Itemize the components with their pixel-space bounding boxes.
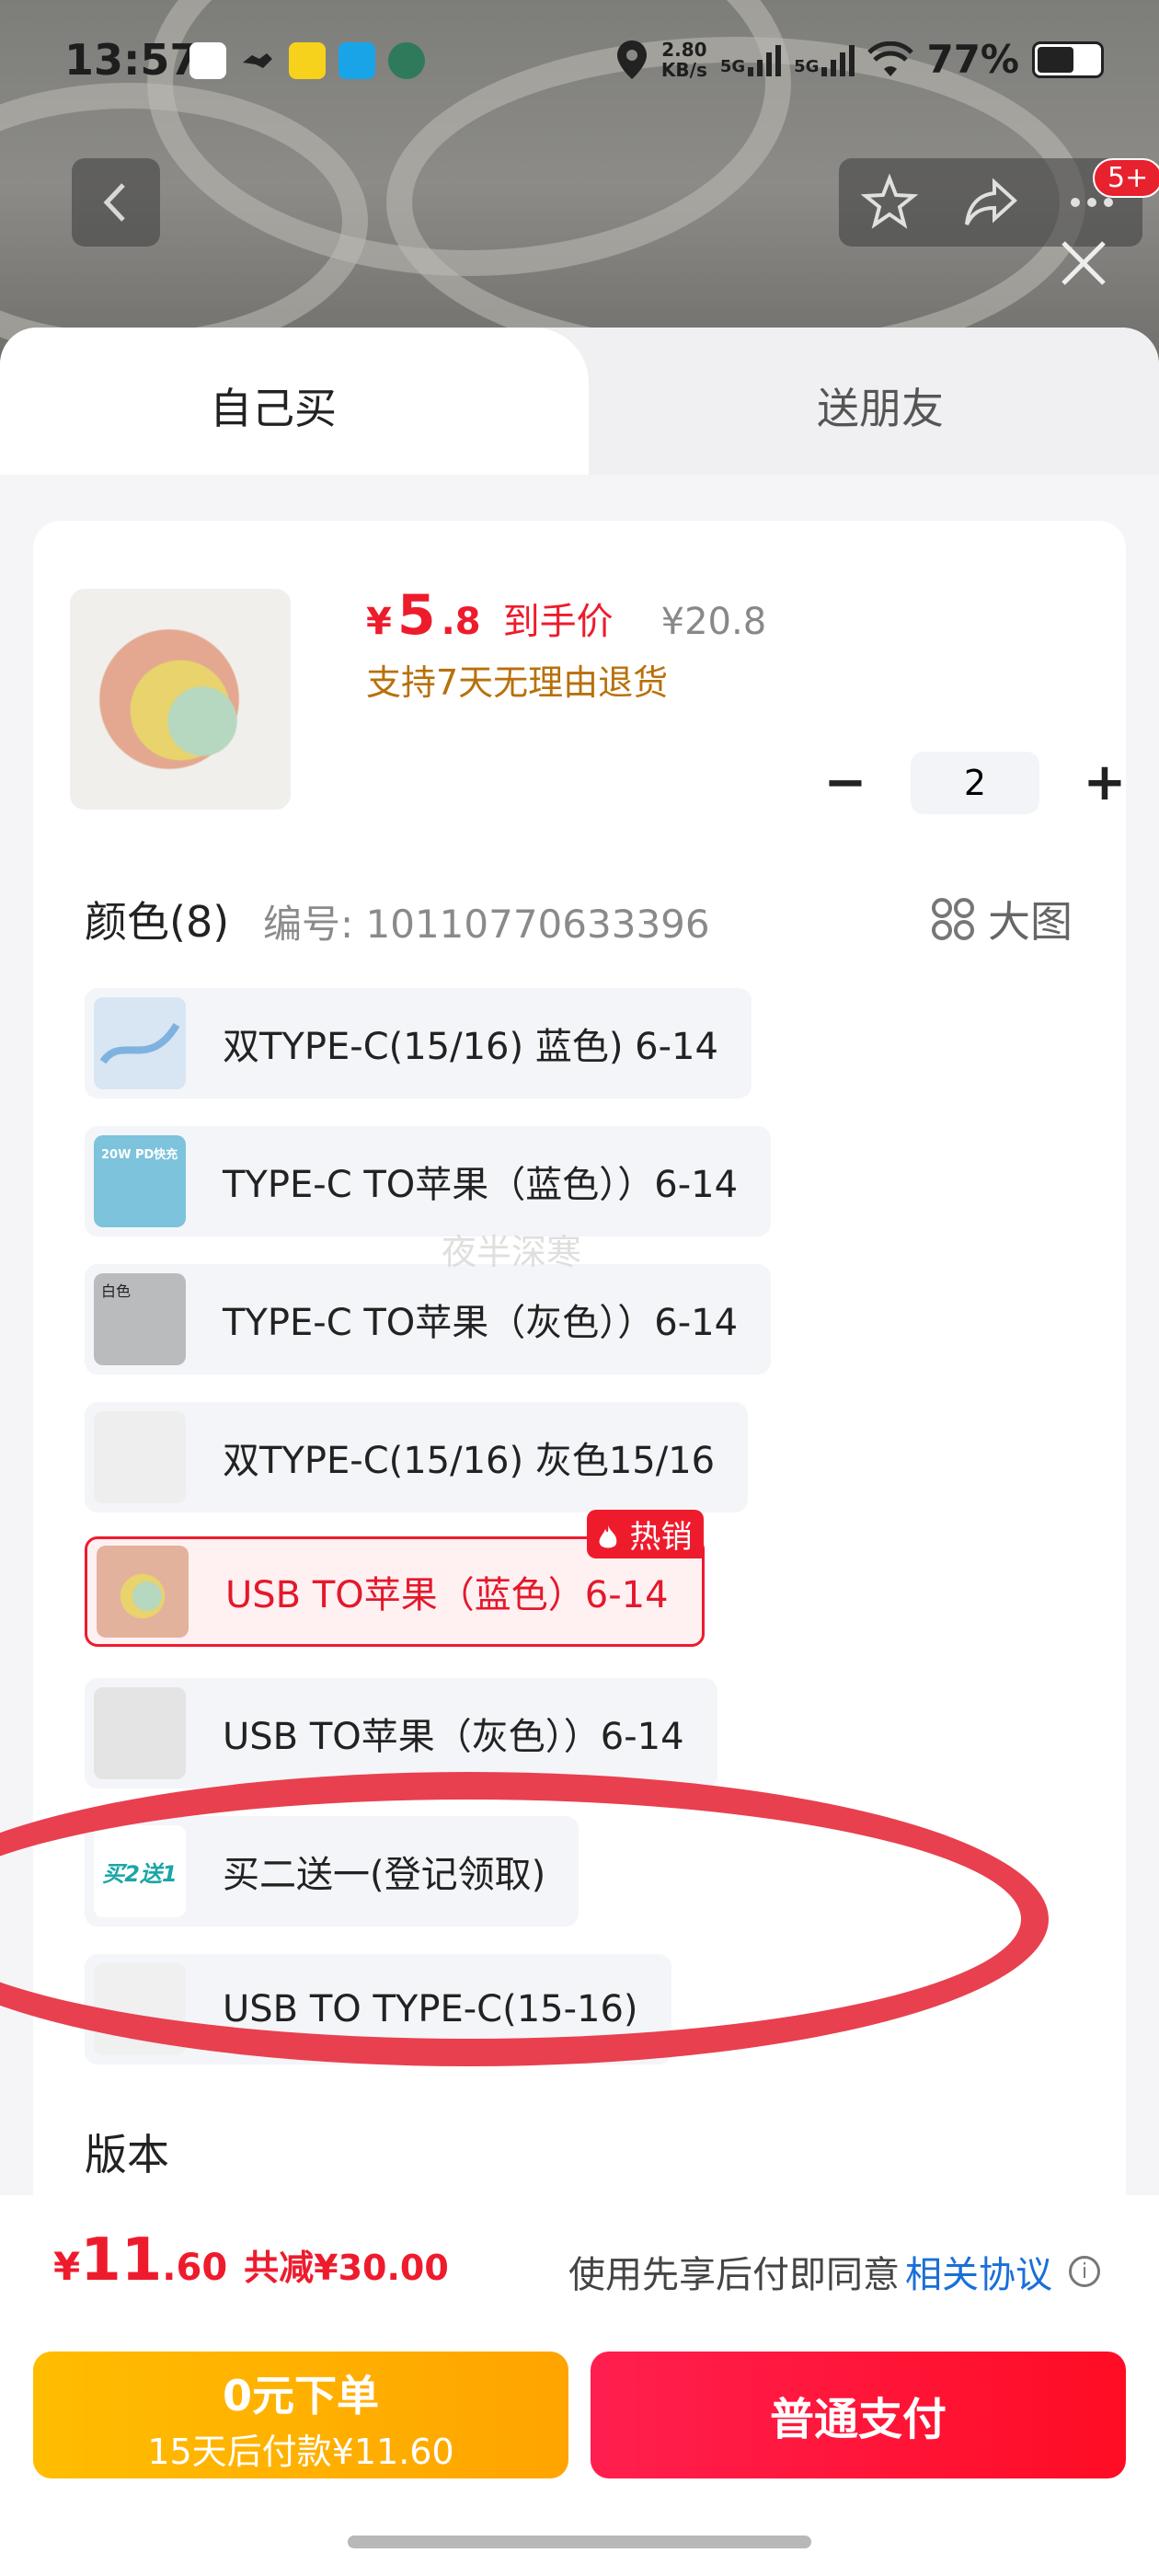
agreement-text: 使用先享后付即同意 bbox=[568, 2254, 900, 2296]
pay-later-title: 0元下单 bbox=[222, 2371, 379, 2421]
color-section-title: 颜色(8) bbox=[85, 897, 230, 947]
thumb-text: 白色 bbox=[101, 1282, 132, 1300]
option-thumbnail bbox=[94, 997, 186, 1089]
product-image[interactable] bbox=[70, 589, 291, 810]
wifi-icon bbox=[867, 40, 914, 76]
price-integer: 5 bbox=[396, 583, 436, 648]
color-option-selected[interactable]: USB TO苹果（蓝色）6-14 热销 bbox=[85, 1510, 705, 1647]
version-section-title: 版本 bbox=[85, 2130, 169, 2179]
total-integer: 11 bbox=[80, 2226, 163, 2294]
increase-button[interactable]: + bbox=[1073, 751, 1137, 815]
option-label: USB TO苹果（灰色））6-14 bbox=[223, 1716, 684, 1758]
share-icon[interactable] bbox=[961, 173, 1020, 232]
tab-gift-friend[interactable]: 送朋友 bbox=[589, 328, 1159, 475]
status-bar: 13:57 2.80 KB/s 5G 5G 77% bbox=[0, 0, 1159, 120]
option-thumbnail: 白色 bbox=[94, 1273, 186, 1365]
tab-gift-friend-label: 送朋友 bbox=[817, 384, 944, 433]
color-option[interactable]: 双TYPE-C(15/16) 灰色15/16 bbox=[85, 1402, 749, 1512]
option-label: TYPE-C TO苹果（灰色））6-14 bbox=[223, 1302, 739, 1344]
color-option[interactable]: 20W PD快充 TYPE-C TO苹果（蓝色））6-14 bbox=[85, 1126, 772, 1236]
color-option[interactable]: 双TYPE-C(15/16) 蓝色) 6-14 bbox=[85, 988, 752, 1098]
option-label: TYPE-C TO苹果（蓝色））6-14 bbox=[223, 1164, 739, 1206]
option-thumbnail bbox=[94, 1687, 186, 1779]
app-blue-icon bbox=[339, 42, 375, 79]
color-option[interactable]: 买2送1 买二送一(登记领取) bbox=[85, 1816, 580, 1926]
option-label: 双TYPE-C(15/16) 蓝色) 6-14 bbox=[223, 1026, 718, 1068]
total-decimal: .60 bbox=[162, 2247, 228, 2289]
signal-1: 5G bbox=[720, 43, 782, 76]
product-card: ¥ 5 .8 到手价 ¥20.8 支持7天无理由退货 − 2 + 颜色(8) 编… bbox=[33, 521, 1126, 2379]
option-thumbnail bbox=[94, 1411, 186, 1503]
tab-buy-self[interactable]: 自己买 bbox=[0, 328, 589, 475]
thumb-text: 20W PD快充 bbox=[101, 1148, 178, 1162]
pay-later-button[interactable]: 0元下单 15天后付款¥11.60 bbox=[33, 2352, 568, 2478]
back-button[interactable] bbox=[72, 158, 160, 247]
battery-percent: 77% bbox=[926, 37, 1019, 82]
thumb-text: 买2送1 bbox=[102, 1860, 178, 1887]
option-thumbnail: 买2送1 bbox=[94, 1825, 186, 1917]
discount-text: 共减¥30.00 bbox=[244, 2248, 449, 2288]
home-indicator[interactable] bbox=[348, 2536, 811, 2548]
product-code: 编号: 10110770633396 bbox=[263, 902, 710, 947]
original-price: ¥20.8 bbox=[660, 601, 767, 643]
currency-symbol: ¥ bbox=[53, 2244, 81, 2289]
grid-icon bbox=[932, 898, 974, 940]
handshake-icon bbox=[239, 42, 276, 79]
signal-bars-icon bbox=[821, 44, 855, 76]
info-icon[interactable]: i bbox=[1069, 2256, 1100, 2287]
battery-icon bbox=[1032, 40, 1104, 78]
option-thumbnail bbox=[94, 1963, 186, 2055]
option-thumbnail bbox=[97, 1546, 189, 1638]
option-label: 双TYPE-C(15/16) 灰色15/16 bbox=[223, 1440, 716, 1482]
price-row: ¥ 5 .8 到手价 ¥20.8 bbox=[366, 583, 766, 648]
agreement-link[interactable]: 相关协议 bbox=[905, 2245, 1052, 2298]
location-icon bbox=[616, 40, 647, 79]
option-label: USB TO TYPE-C(15-16) bbox=[223, 1988, 638, 2030]
app-avatar-icon bbox=[388, 42, 425, 79]
option-thumbnail: 20W PD快充 bbox=[94, 1135, 186, 1227]
hot-sale-badge: 热销 bbox=[586, 1510, 704, 1558]
agreement: 使用先享后付即同意 相关协议 i bbox=[568, 2245, 1100, 2298]
signal-2: 5G bbox=[794, 43, 855, 76]
pay-later-subtitle: 15天后付款¥11.60 bbox=[147, 2432, 454, 2472]
quantity-stepper: − 2 + bbox=[813, 751, 1137, 815]
big-view-button[interactable]: 大图 bbox=[931, 889, 1073, 949]
app-yellow-icon bbox=[289, 42, 326, 79]
color-option[interactable]: USB TO TYPE-C(15-16) bbox=[85, 1954, 671, 2064]
option-label: 买二送一(登记领取) bbox=[223, 1854, 546, 1896]
total-price: ¥ 11 .60 共减¥30.00 bbox=[53, 2226, 449, 2294]
tab-buy-self-label: 自己买 bbox=[210, 384, 337, 433]
big-view-label: 大图 bbox=[988, 897, 1073, 947]
watermark: 夜半深寒 bbox=[442, 1232, 582, 1272]
close-icon[interactable] bbox=[1056, 236, 1111, 291]
option-label: USB TO苹果（蓝色）6-14 bbox=[225, 1574, 669, 1616]
final-price-label: 到手价 bbox=[502, 601, 614, 643]
quantity-value[interactable]: 2 bbox=[911, 752, 1039, 814]
currency-symbol: ¥ bbox=[366, 601, 392, 643]
decrease-button[interactable]: − bbox=[813, 751, 878, 815]
hot-sale-label: 热销 bbox=[629, 1519, 693, 1556]
cart-badge: 5+ bbox=[1093, 158, 1159, 198]
chevron-left-icon bbox=[103, 183, 125, 222]
status-time: 13:57 bbox=[64, 35, 200, 85]
price-decimal: .8 bbox=[441, 601, 481, 643]
flame-icon bbox=[599, 1525, 617, 1548]
network-speed: 2.80 KB/s bbox=[660, 38, 707, 81]
return-policy: 支持7天无理由退货 bbox=[366, 662, 669, 703]
color-option[interactable]: 白色 TYPE-C TO苹果（灰色））6-14 bbox=[85, 1264, 772, 1374]
signal-bars-icon bbox=[748, 44, 782, 76]
color-option[interactable]: USB TO苹果（灰色））6-14 bbox=[85, 1678, 717, 1788]
app-notification-icon bbox=[189, 42, 226, 79]
normal-pay-button[interactable]: 普通支付 bbox=[591, 2352, 1126, 2478]
star-icon[interactable] bbox=[860, 173, 919, 232]
